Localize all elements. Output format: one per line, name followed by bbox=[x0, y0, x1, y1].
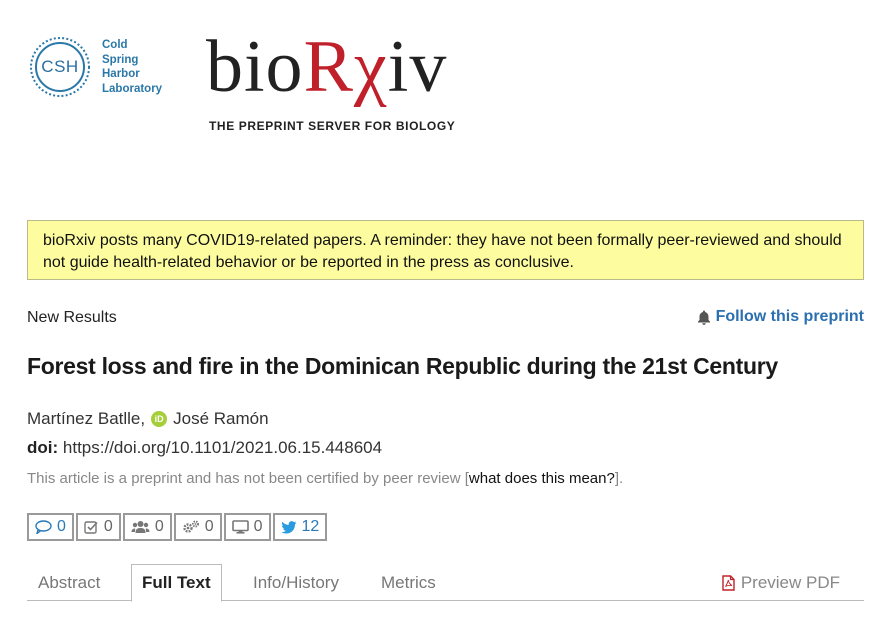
biorxiv-logo[interactable]: bioRχiv THE PREPRINT SERVER FOR BIOLOGY bbox=[206, 30, 476, 133]
twitter-icon bbox=[280, 520, 297, 533]
checkbox-icon bbox=[84, 521, 98, 534]
media-count: 0 bbox=[253, 518, 263, 535]
biorxiv-word-part2: Rχ bbox=[303, 26, 388, 108]
article-title: Forest loss and fire in the Dominican Re… bbox=[27, 353, 778, 379]
doi-line: doi: https://doi.org/10.1101/2021.06.15.… bbox=[27, 438, 382, 458]
comment-icon bbox=[35, 520, 52, 534]
community-count: 0 bbox=[154, 518, 164, 535]
author-list: Martínez Batlle, iD José Ramón bbox=[27, 409, 269, 429]
orcid-icon[interactable]: iD bbox=[151, 411, 168, 427]
csh-wordmark: Cold Spring Harbor Laboratory bbox=[102, 38, 162, 96]
follow-preprint-link[interactable]: Follow this preprint bbox=[697, 308, 864, 326]
tab-full-text[interactable]: Full Text bbox=[131, 564, 222, 602]
csh-line-4: Laboratory bbox=[102, 82, 163, 95]
biorxiv-word-part3: iv bbox=[387, 26, 448, 108]
csh-label: CSH bbox=[41, 57, 79, 76]
monitor-icon bbox=[231, 520, 249, 534]
tab-abstract[interactable]: Abstract bbox=[38, 564, 100, 601]
author-last-name: Martínez Batlle, bbox=[27, 409, 146, 428]
comments-count-button[interactable]: 0 bbox=[27, 513, 74, 541]
what-does-this-mean-link[interactable]: what does this mean? bbox=[469, 470, 615, 487]
comments-count: 0 bbox=[57, 518, 66, 535]
preprint-disclaimer: This article is a preprint and has not b… bbox=[27, 470, 623, 487]
automated-count: 0 bbox=[204, 518, 214, 535]
reviews-count: 0 bbox=[103, 518, 113, 535]
biorxiv-tagline: THE PREPRINT SERVER FOR BIOLOGY bbox=[209, 119, 456, 133]
biorxiv-word-part1: bio bbox=[206, 26, 304, 108]
biorxiv-wordmark: bioRχiv bbox=[206, 30, 476, 104]
covid-notice: bioRxiv posts many COVID19-related paper… bbox=[27, 220, 864, 280]
disclaimer-prefix: This article is a preprint and has not b… bbox=[27, 470, 469, 487]
automated-services-button[interactable]: 0 bbox=[173, 513, 222, 541]
reviews-count-button[interactable]: 0 bbox=[75, 513, 121, 541]
csh-line-2: Spring bbox=[102, 53, 139, 66]
csh-line-3: Harbor bbox=[102, 68, 140, 80]
users-icon bbox=[131, 521, 150, 533]
doi-link[interactable]: https://doi.org/10.1101/2021.06.15.44860… bbox=[63, 438, 382, 457]
preview-pdf-label: Preview PDF bbox=[740, 572, 840, 592]
article-type: New Results bbox=[27, 309, 117, 326]
tab-metrics[interactable]: Metrics bbox=[381, 564, 436, 601]
media-coverage-button[interactable]: 0 bbox=[223, 513, 271, 541]
author-first-name[interactable]: José Ramón bbox=[173, 409, 268, 429]
tab-info-history[interactable]: Info/History bbox=[253, 564, 339, 601]
follow-label: Follow this preprint bbox=[715, 308, 864, 325]
gears-icon bbox=[183, 520, 199, 533]
csh-emblem: CSH bbox=[28, 35, 92, 99]
doi-label: doi: bbox=[27, 438, 59, 457]
csh-logo[interactable]: CSH Cold Spring Harbor Laboratory bbox=[28, 32, 178, 102]
community-reviews-button[interactable]: 0 bbox=[122, 513, 172, 541]
twitter-count: 12 bbox=[301, 518, 320, 535]
article-tabs: Abstract Full Text Info/History Metrics … bbox=[27, 564, 864, 602]
metrics-bar: 0 0 0 0 0 12 bbox=[27, 513, 329, 541]
tab-preview-pdf[interactable]: Preview PDF bbox=[722, 564, 840, 601]
twitter-count-button[interactable]: 12 bbox=[272, 513, 328, 541]
csh-line-1: Cold bbox=[102, 39, 128, 51]
disclaimer-suffix: ]. bbox=[614, 470, 624, 487]
bell-icon bbox=[697, 310, 710, 325]
pdf-file-icon bbox=[722, 574, 735, 591]
